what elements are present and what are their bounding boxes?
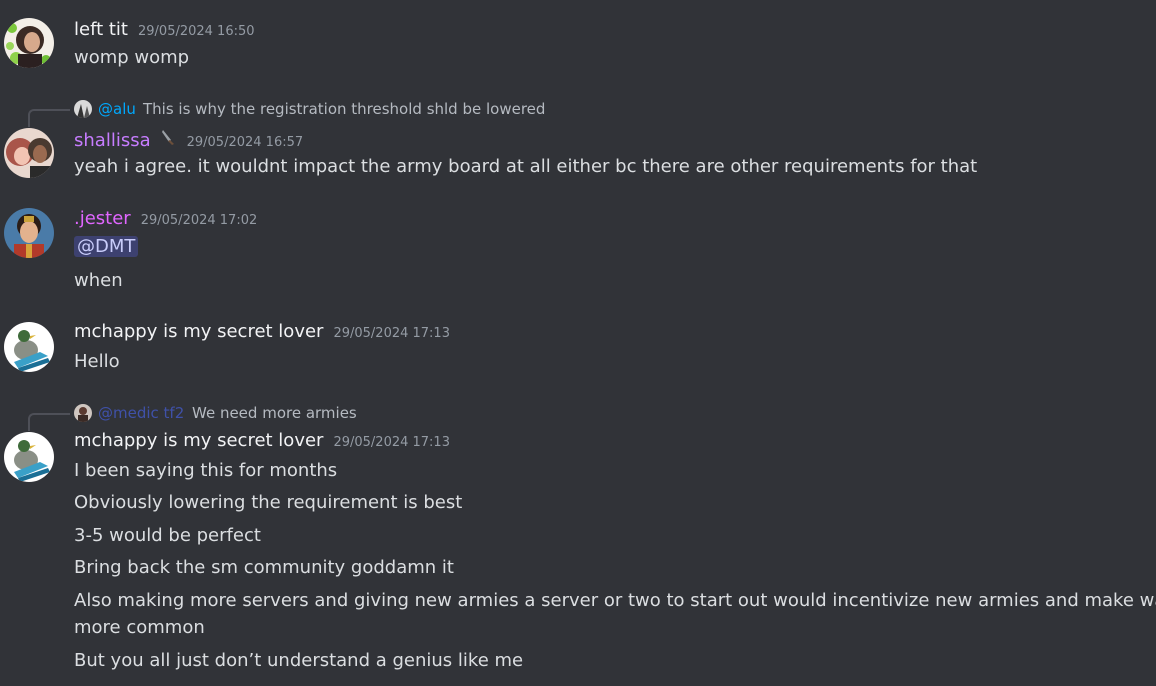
message-line: Bring back the sm community goddamn it bbox=[74, 557, 454, 578]
user-mention[interactable]: @DMT bbox=[74, 236, 139, 257]
reply-text: We need more armies bbox=[192, 404, 357, 422]
message-line: I been saying this for months bbox=[74, 460, 338, 481]
avatar[interactable] bbox=[4, 432, 54, 482]
reply-avatar bbox=[74, 100, 92, 118]
message-line: when bbox=[74, 270, 123, 291]
username[interactable]: left tit bbox=[74, 19, 128, 40]
message-line: @DMT bbox=[74, 233, 139, 260]
timestamp: 29/05/2024 17:02 bbox=[140, 213, 258, 228]
message-line: yeah i agree. it wouldnt impact the army… bbox=[74, 156, 978, 177]
timestamp: 29/05/2024 16:50 bbox=[138, 24, 255, 39]
message-line: womp womp bbox=[74, 47, 190, 68]
username[interactable]: .jester bbox=[74, 208, 131, 229]
reply-avatar bbox=[74, 404, 92, 422]
avatar[interactable] bbox=[4, 322, 54, 372]
message-line: Also making more servers and giving new … bbox=[74, 590, 1156, 611]
timestamp: 29/05/2024 16:57 bbox=[186, 135, 304, 150]
reply-username[interactable]: @alu bbox=[98, 100, 136, 118]
message-line: But you all just don’t understand a geni… bbox=[74, 650, 524, 671]
message-line: 3-5 would be perfect bbox=[74, 525, 261, 546]
knife-icon bbox=[159, 128, 177, 146]
message-line: more common bbox=[74, 617, 205, 638]
timestamp: 29/05/2024 17:13 bbox=[333, 435, 450, 450]
timestamp: 29/05/2024 17:13 bbox=[333, 326, 450, 341]
reply-preview[interactable]: @alu This is why the registration thresh… bbox=[28, 98, 588, 127]
message-line: Obviously lowering the requirement is be… bbox=[74, 492, 463, 513]
username[interactable]: mchappy is my secret lover bbox=[74, 321, 323, 342]
username[interactable]: shallissa bbox=[74, 130, 151, 151]
avatar[interactable] bbox=[4, 208, 54, 258]
avatar[interactable] bbox=[4, 18, 54, 68]
message-line: Hello bbox=[74, 351, 120, 372]
username[interactable]: mchappy is my secret lover bbox=[74, 430, 323, 451]
reply-spine bbox=[28, 413, 70, 431]
reply-text: This is why the registration threshold s… bbox=[143, 100, 546, 118]
avatar[interactable] bbox=[4, 128, 54, 178]
chat-messages: left tit 29/05/2024 16:50 womp womp @alu… bbox=[0, 0, 1156, 686]
reply-preview[interactable]: @medic tf2 We need more armies bbox=[28, 402, 428, 431]
reply-spine bbox=[28, 109, 70, 127]
reply-username[interactable]: @medic tf2 bbox=[98, 404, 184, 422]
